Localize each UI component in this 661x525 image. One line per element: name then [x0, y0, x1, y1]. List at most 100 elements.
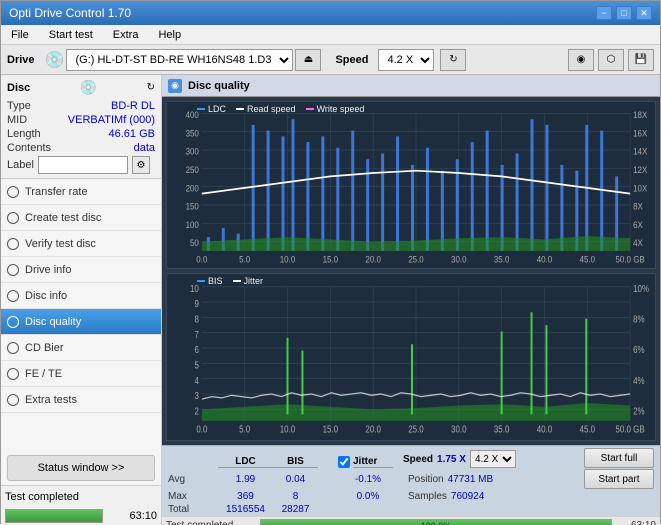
maximize-button[interactable]: □: [616, 6, 632, 20]
disc-refresh-icon[interactable]: ↻: [147, 82, 155, 93]
speed-header-row: Speed 1.75 X 4.2 X: [403, 450, 516, 468]
start-part-button[interactable]: Start part: [584, 469, 654, 489]
legend-bis-label: BIS: [208, 276, 223, 286]
avg-jitter: -0.1%: [338, 474, 398, 485]
extra-tests-icon: [7, 394, 19, 406]
start-full-button[interactable]: Start full: [584, 448, 654, 468]
sidebar-item-create-test-disc[interactable]: Create test disc: [1, 205, 161, 231]
app-title: Opti Drive Control 1.70: [9, 6, 131, 20]
create-test-icon: [7, 212, 19, 224]
svg-text:6: 6: [194, 344, 198, 355]
svg-text:15.0: 15.0: [323, 423, 339, 434]
sidebar-item-extra-tests[interactable]: Extra tests: [1, 387, 161, 413]
speed-select[interactable]: 4.2 X: [378, 49, 434, 71]
sidebar-item-transfer-rate[interactable]: Transfer rate: [1, 179, 161, 205]
total-row: Total 1516554 28287: [162, 503, 660, 516]
svg-text:35.0: 35.0: [494, 254, 510, 265]
legend-ldc-label: LDC: [208, 104, 226, 114]
stats-bar: LDC BIS Jitter Speed 1.75 X 4.2 X Start …: [162, 445, 660, 525]
svg-text:10X: 10X: [633, 183, 647, 194]
svg-text:14X: 14X: [633, 146, 647, 157]
legend-read-speed: Read speed: [236, 104, 296, 114]
menu-file[interactable]: File: [5, 27, 35, 43]
svg-text:4%: 4%: [633, 375, 645, 386]
progress-row: 63:10: [1, 507, 161, 525]
svg-text:25.0: 25.0: [408, 423, 424, 434]
svg-text:25.0: 25.0: [408, 254, 424, 265]
legend-write-label: Write speed: [317, 104, 365, 114]
avg-row: Avg 1.99 0.04 -0.1% Position 47731 MB St…: [162, 468, 660, 490]
avg-bis: 0.04: [273, 474, 318, 485]
transfer-rate-icon: [7, 186, 19, 198]
mid-label: MID: [7, 114, 27, 126]
drive-icon: 💿: [45, 50, 65, 70]
label-input[interactable]: [38, 156, 128, 174]
content-area: ◉ Disc quality LDC Read speed: [162, 75, 660, 525]
label-action-button[interactable]: ⚙: [132, 156, 150, 174]
verify-test-label: Verify test disc: [25, 238, 96, 250]
position-label: Position: [408, 474, 444, 485]
sidebar-item-disc-quality[interactable]: Disc quality: [1, 309, 161, 335]
status-window-button[interactable]: Status window >>: [7, 455, 155, 481]
max-jitter: 0.0%: [338, 491, 398, 502]
svg-text:0.0: 0.0: [196, 423, 207, 434]
svg-text:5: 5: [194, 360, 198, 371]
svg-text:9: 9: [194, 298, 198, 309]
sidebar-item-disc-info[interactable]: Disc info: [1, 283, 161, 309]
create-test-label: Create test disc: [25, 212, 101, 224]
eject-button[interactable]: ⏏: [295, 49, 321, 71]
svg-text:350: 350: [186, 128, 199, 139]
svg-text:0.0: 0.0: [196, 254, 207, 265]
main-area: Disc 💿 ↻ Type BD-R DL MID VERBATIMf (000…: [1, 75, 660, 525]
sidebar-item-fe-te[interactable]: FE / TE: [1, 361, 161, 387]
drive-bar: Drive 💿 (G:) HL-DT-ST BD-RE WH16NS48 1.D…: [1, 45, 660, 75]
stats-headers-row: LDC BIS Jitter Speed 1.75 X 4.2 X Start …: [162, 446, 660, 468]
menu-extra[interactable]: Extra: [107, 27, 145, 43]
sidebar-item-drive-info[interactable]: Drive info: [1, 257, 161, 283]
speed-header: Speed: [403, 454, 433, 465]
jitter-checkbox[interactable]: [338, 456, 350, 468]
drive-select[interactable]: (G:) HL-DT-ST BD-RE WH16NS48 1.D3: [66, 49, 293, 71]
sidebar-item-verify-test-disc[interactable]: Verify test disc: [1, 231, 161, 257]
svg-text:150: 150: [186, 201, 199, 212]
content-header: ◉ Disc quality: [162, 75, 660, 97]
speed-select-stats[interactable]: 4.2 X: [470, 450, 516, 468]
save-button[interactable]: 💾: [628, 49, 654, 71]
svg-text:3: 3: [194, 390, 198, 401]
svg-text:5.0: 5.0: [239, 254, 250, 265]
max-ldc: 369: [218, 491, 273, 502]
mid-value: VERBATIMf (000): [68, 114, 155, 126]
close-button[interactable]: ✕: [636, 6, 652, 20]
content-title: Disc quality: [188, 80, 250, 92]
legend-jitter: Jitter: [233, 276, 264, 286]
svg-text:2: 2: [194, 406, 198, 417]
svg-text:30.0: 30.0: [451, 423, 467, 434]
svg-text:20.0: 20.0: [365, 254, 381, 265]
disc-panel-title: Disc: [7, 82, 30, 94]
avg-ldc: 1.99: [218, 474, 273, 485]
ldc-header: LDC: [218, 456, 273, 468]
sidebar-item-cd-bier[interactable]: CD Bier: [1, 335, 161, 361]
chart1-wrapper: LDC Read speed Write speed: [166, 101, 656, 269]
disc-button2[interactable]: ⬡: [598, 49, 624, 71]
svg-text:50.0 GB: 50.0 GB: [615, 254, 644, 265]
disc-button1[interactable]: ◉: [568, 49, 594, 71]
max-row: Max 369 8 0.0% Samples 760924: [162, 490, 660, 503]
svg-text:5.0: 5.0: [239, 423, 250, 434]
nav-items: Transfer rate Create test disc Verify te…: [1, 179, 161, 451]
menu-help[interactable]: Help: [152, 27, 187, 43]
svg-text:6X: 6X: [633, 219, 643, 230]
svg-text:40.0: 40.0: [537, 254, 553, 265]
svg-text:10%: 10%: [633, 283, 649, 294]
chart2-wrapper: BIS Jitter: [166, 273, 656, 441]
disc-panel: Disc 💿 ↻ Type BD-R DL MID VERBATIMf (000…: [1, 75, 161, 179]
svg-text:16X: 16X: [633, 128, 647, 139]
jitter-check-container: Jitter: [338, 456, 393, 468]
speed-refresh-button[interactable]: ↻: [440, 49, 466, 71]
svg-text:200: 200: [186, 183, 199, 194]
total-bis: 28287: [273, 504, 318, 515]
svg-text:8%: 8%: [633, 314, 645, 325]
minimize-button[interactable]: −: [596, 6, 612, 20]
menu-start-test[interactable]: Start test: [43, 27, 99, 43]
svg-text:35.0: 35.0: [494, 423, 510, 434]
